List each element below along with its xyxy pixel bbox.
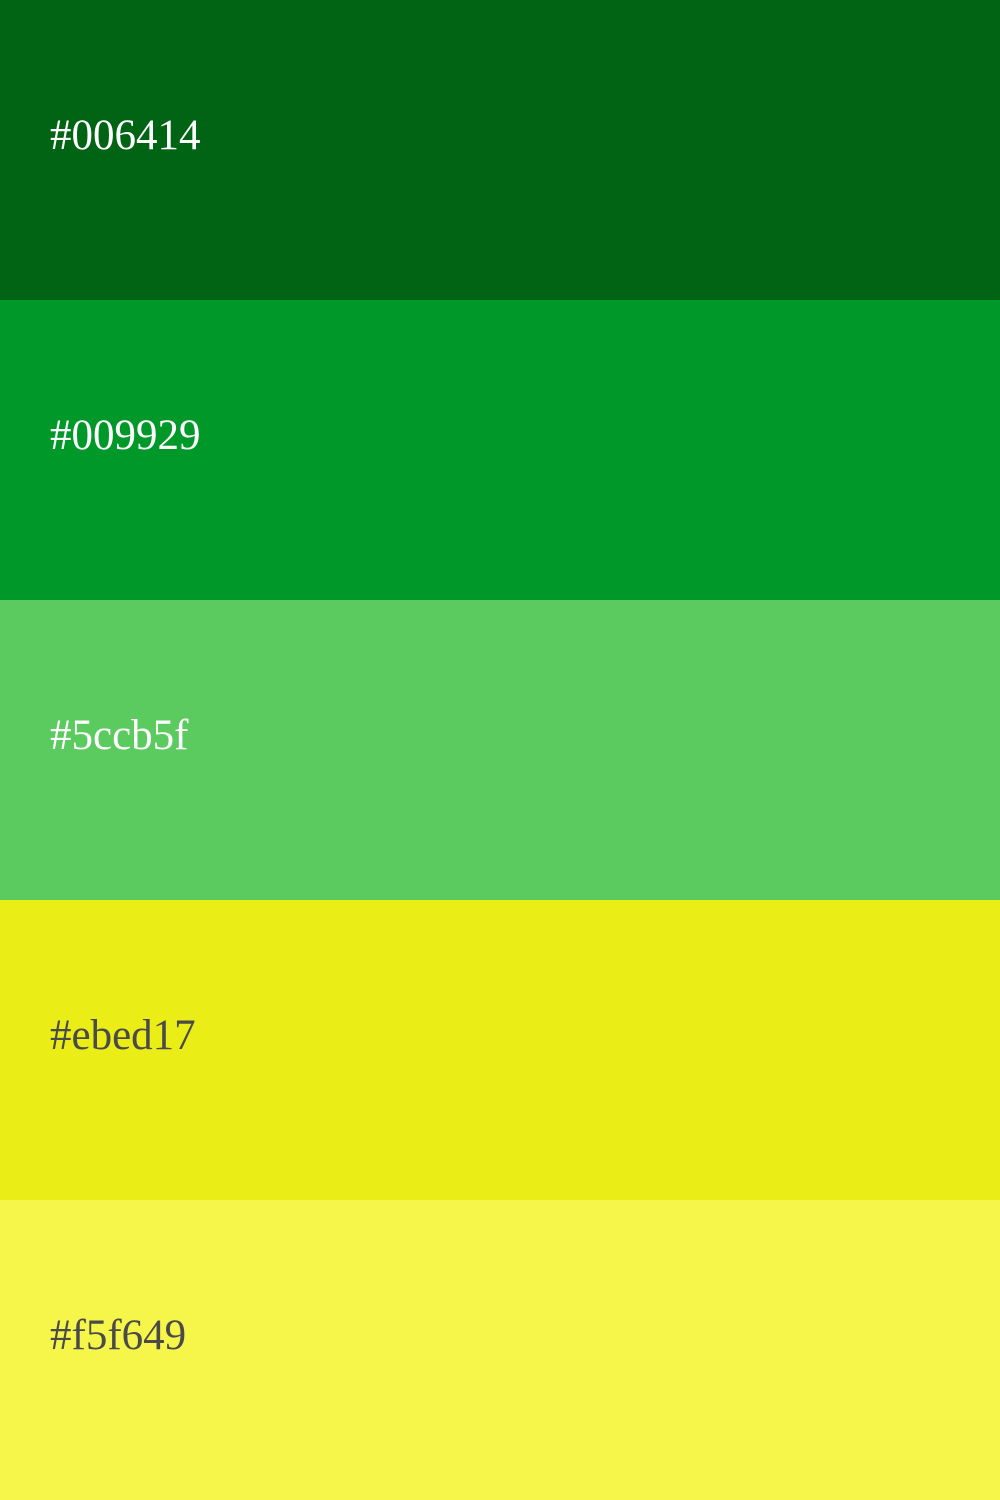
color-hex-label: #006414 [50, 112, 201, 159]
color-hex-label: #f5f649 [50, 1312, 187, 1359]
color-swatch: #009929 [0, 300, 1000, 600]
color-hex-label: #5ccb5f [50, 712, 189, 759]
color-swatch: #f5f649 [0, 1200, 1000, 1500]
color-palette: #006414 #009929 #5ccb5f #ebed17 #f5f649 [0, 0, 1000, 1500]
color-swatch: #5ccb5f [0, 600, 1000, 900]
color-hex-label: #009929 [50, 412, 201, 459]
color-swatch: #006414 [0, 0, 1000, 300]
color-hex-label: #ebed17 [50, 1012, 196, 1059]
color-swatch: #ebed17 [0, 900, 1000, 1200]
